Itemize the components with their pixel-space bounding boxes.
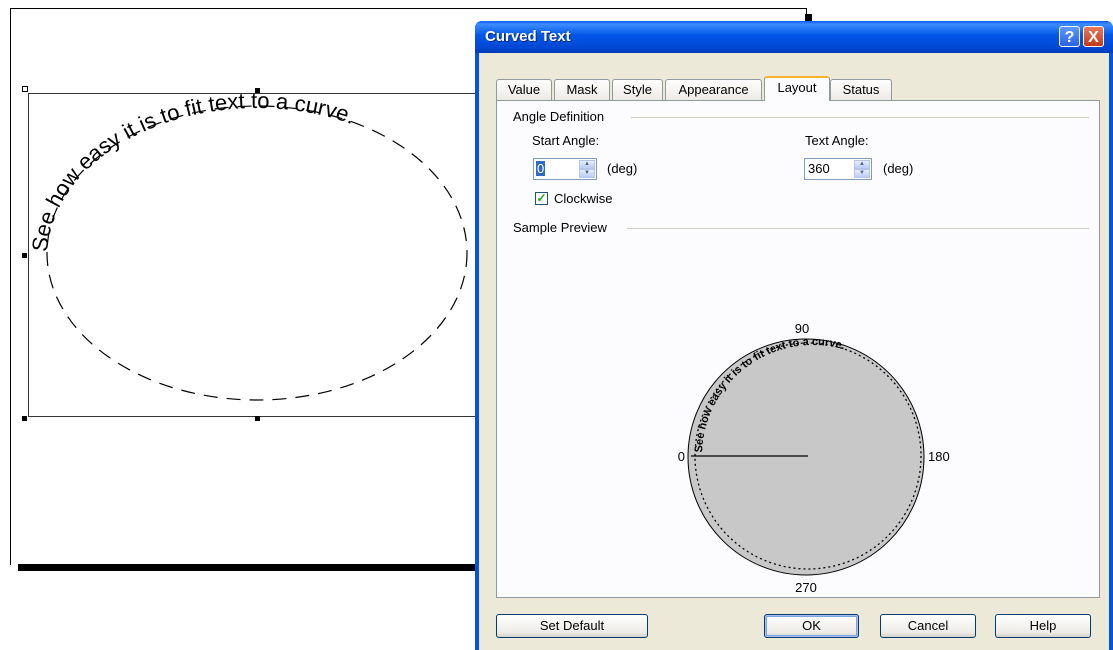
tab-style[interactable]: Style <box>612 79 663 100</box>
preview-disc <box>687 338 925 576</box>
dialog-title: Curved Text <box>485 28 571 45</box>
tab-layout[interactable]: Layout <box>764 76 830 101</box>
sample-preview-graphic: See how easy it is to fit text to a curv… <box>678 321 950 595</box>
title-help-button[interactable]: ? <box>1059 26 1080 47</box>
canvas-curved-text: See how easy it is to fit text to a curv… <box>27 88 359 253</box>
layout-tab-panel: Angle Definition Start Angle: 0 ▲ ▼ (deg… <box>496 100 1100 598</box>
tab-appearance[interactable]: Appearance <box>665 79 762 100</box>
dialog-client-area: Value Mask Style Appearance Layout Statu… <box>479 53 1109 650</box>
tab-mask[interactable]: Mask <box>554 79 610 100</box>
curved-text-dialog: Curved Text ? X Value Mask Style Appeara… <box>475 21 1113 650</box>
ok-button[interactable]: OK <box>764 614 859 638</box>
dial-label-right: 180 <box>928 449 950 464</box>
close-button[interactable]: X <box>1083 26 1104 47</box>
tab-status[interactable]: Status <box>830 79 892 100</box>
set-default-button[interactable]: Set Default <box>496 614 648 638</box>
help-button[interactable]: Help <box>995 614 1091 638</box>
dial-label-top: 90 <box>795 321 809 336</box>
dial-label-left: 0 <box>678 449 685 464</box>
tab-value[interactable]: Value <box>496 79 552 100</box>
dial-label-bottom: 270 <box>795 580 817 595</box>
cancel-button[interactable]: Cancel <box>880 614 976 638</box>
title-bar[interactable]: Curved Text ? X <box>475 21 1113 53</box>
